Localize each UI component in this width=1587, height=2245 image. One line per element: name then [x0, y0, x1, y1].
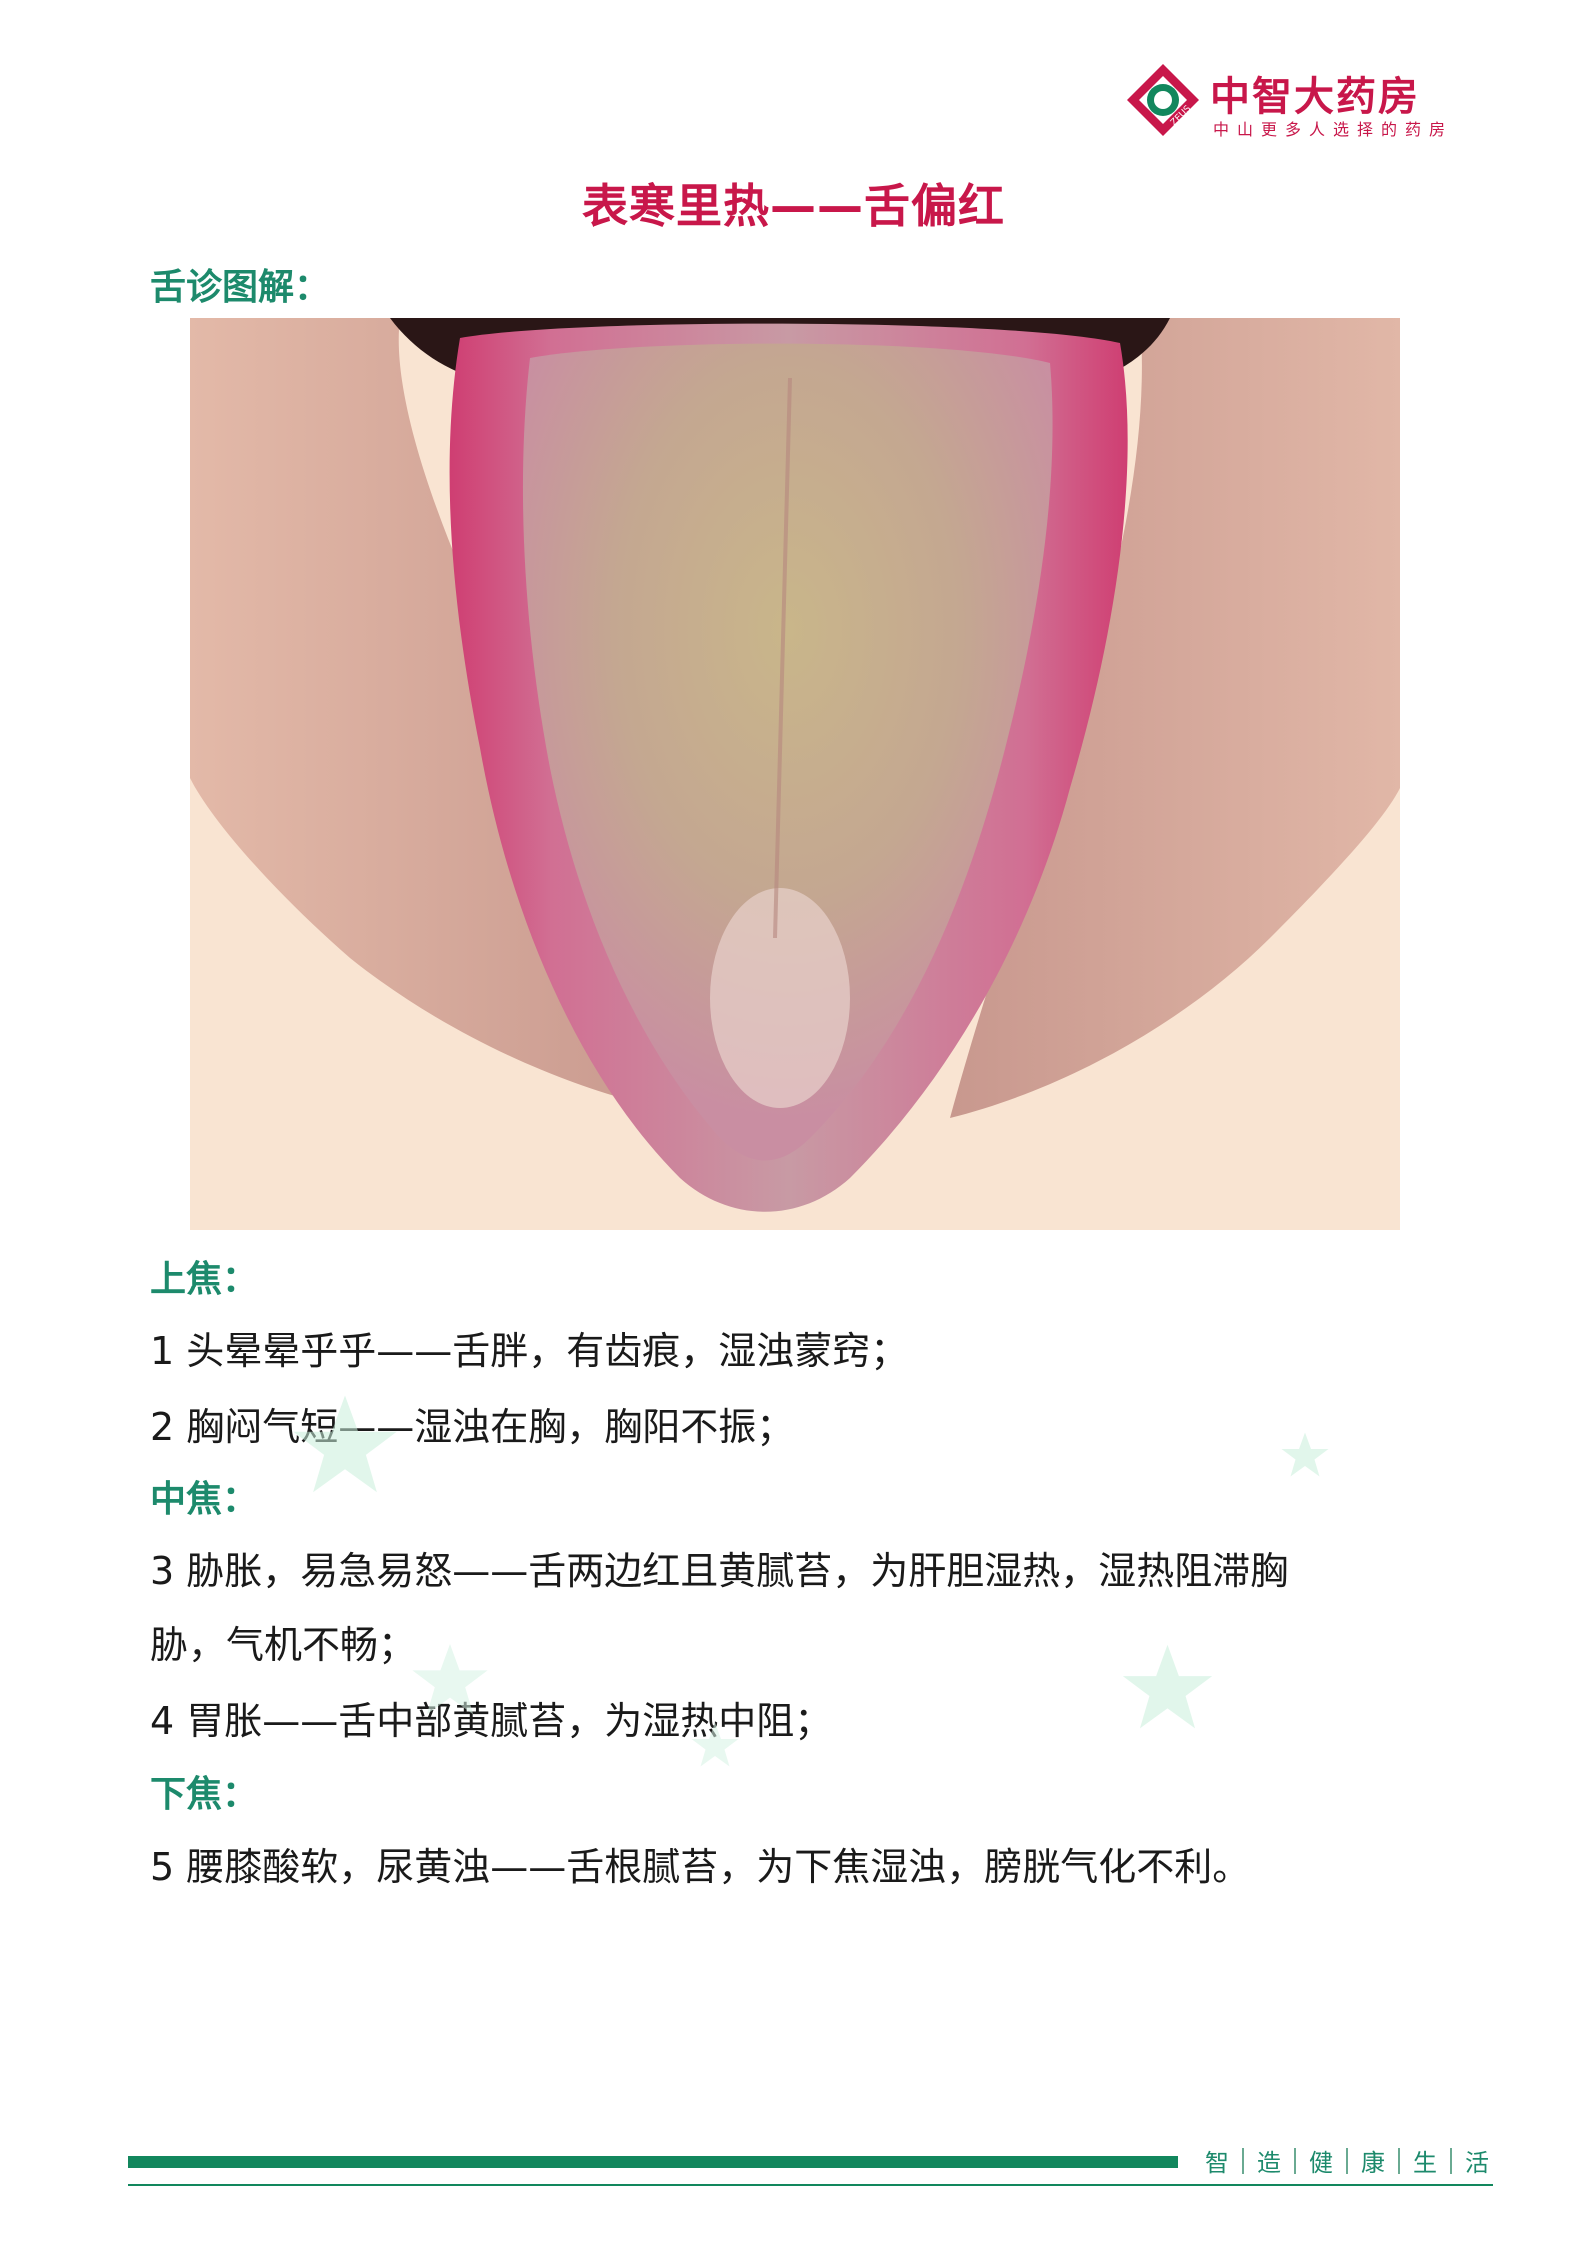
- decorative-star-icon: [1122, 1644, 1213, 1729]
- item-3-text-line2: 胁，气机不畅；: [150, 1623, 417, 1667]
- brand-name: 中智大药房: [1210, 74, 1420, 120]
- brand-slogan: 中山更多人选择的药房: [1213, 120, 1454, 139]
- decorative-star-icon: [691, 1722, 739, 1767]
- footer-divider: [1398, 2147, 1400, 2174]
- footer-bar: [128, 2156, 1178, 2168]
- decorative-star-icon: [1281, 1432, 1329, 1477]
- footer-divider: [1346, 2147, 1348, 2174]
- section-middle-label: 中焦：: [150, 1479, 259, 1520]
- footer-divider: [1450, 2147, 1452, 2174]
- item-2-text: 2 胸闷气短——湿浊在胸，胸阳不振；: [150, 1405, 795, 1449]
- footer-word: 康: [1361, 2149, 1385, 2177]
- decorative-star-icon: [293, 1395, 397, 1493]
- footer-word: 造: [1257, 2149, 1281, 2177]
- tongue-photo: [190, 318, 1400, 1230]
- footer-slogan: 智 造 健 康 生 活: [1205, 2143, 1489, 2178]
- section-diagram-label: 舌诊图解：: [150, 267, 331, 308]
- footer-word: 健: [1309, 2149, 1333, 2177]
- footer-word: 活: [1465, 2149, 1489, 2177]
- footer-divider: [1294, 2147, 1296, 2174]
- footer-word: 生: [1413, 2149, 1437, 2177]
- decorative-star-icon: [412, 1644, 488, 1715]
- footer-rule: [128, 2184, 1493, 2186]
- section-lower-label: 下焦：: [150, 1774, 259, 1815]
- item-5-text: 5 腰膝酸软，尿黄浊——舌根腻苔，为下焦湿浊，膀胱气化不利。: [150, 1845, 1251, 1889]
- section-upper-label: 上焦：: [150, 1259, 259, 1300]
- footer-word: 智: [1205, 2149, 1229, 2177]
- footer-divider: [1242, 2147, 1244, 2174]
- item-3-text-line1: 3 胁胀，易急易怒——舌两边红且黄腻苔，为肝胆湿热，湿热阻滞胸: [150, 1549, 1289, 1593]
- item-1-text: 1 头晕晕乎乎——舌胖，有齿痕，湿浊蒙窍；: [150, 1329, 909, 1373]
- brand-mark-icon: ZEUS: [1127, 64, 1199, 136]
- brand-logo: ZEUS 中智大药房 中山更多人选择的药房: [1125, 58, 1465, 148]
- page-title: 表寒里热——舌偏红: [582, 179, 1005, 233]
